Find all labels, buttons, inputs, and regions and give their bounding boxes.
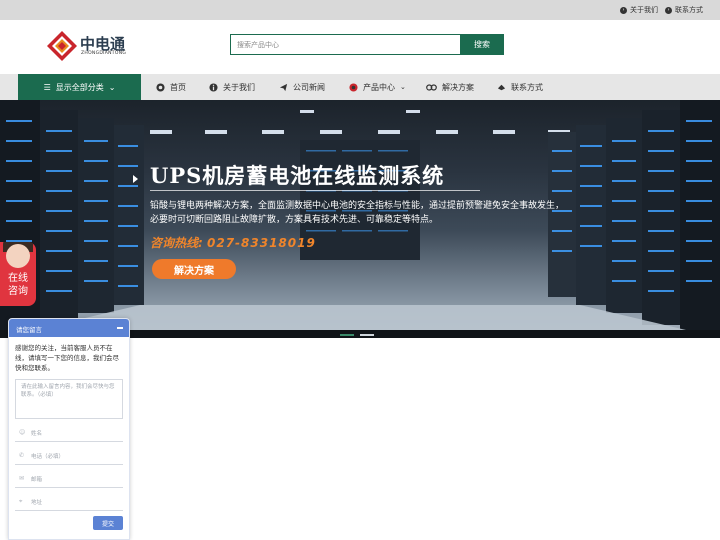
play-arrow-icon	[133, 175, 138, 183]
banner-title: UPS机房蓄电池在线监测系统	[150, 163, 445, 188]
header: 中电通 ZHONGDIANTONG 搜索产品中心 搜索	[0, 20, 720, 74]
message-textarea[interactable]: 请在此输入留言内容，我们会尽快与您联系。（必填）	[15, 379, 123, 419]
info-icon	[209, 82, 218, 92]
top-link-label: 联系方式	[675, 6, 703, 14]
submit-button[interactable]: 提交	[93, 516, 123, 530]
location-icon: ⌖	[19, 498, 23, 505]
top-link-about[interactable]: › 关于我们	[620, 5, 658, 15]
nav-item-label: 解决方案	[442, 82, 474, 92]
email-placeholder: 邮箱	[31, 477, 43, 483]
message-panel-header[interactable]: 请您留言	[9, 319, 129, 337]
banner-divider	[150, 190, 480, 191]
phone-field[interactable]: ✆ 电话（必填）	[15, 448, 123, 465]
mail-icon: ✉	[19, 475, 25, 482]
logo[interactable]: 中电通 ZHONGDIANTONG	[46, 30, 136, 62]
nav-item-label: 关于我们	[223, 82, 255, 92]
nav-item-label: 公司新闻	[293, 82, 325, 92]
hotline-number: 027-83318019	[207, 236, 316, 250]
solution-icon	[426, 83, 437, 91]
nav-item-contact[interactable]: 联系方式	[497, 74, 543, 100]
nav-item-products[interactable]: 产品中心 ⌄	[349, 74, 406, 100]
main-nav: ☰ 显示全部分类 ⌄ 首页 关于我们 公司新闻 产品中心 ⌄ 解决方案 联系方式	[0, 74, 720, 100]
hero-banner[interactable]: UPS机房蓄电池在线监测系统 铅酸与锂电两种解决方案，全面监测数据中心电池的安全…	[0, 100, 720, 338]
address-field[interactable]: ⌖ 地址	[15, 494, 123, 511]
nav-item-about[interactable]: 关于我们	[209, 74, 255, 100]
name-placeholder: 姓名	[31, 431, 43, 437]
consult-line-1: 在线	[8, 273, 28, 284]
nav-item-label: 联系方式	[511, 82, 543, 92]
consult-label: 在线 咨询	[0, 272, 36, 298]
product-icon	[349, 82, 358, 92]
solutions-button[interactable]: 解决方案	[152, 259, 236, 279]
all-categories-button[interactable]: ☰ 显示全部分类 ⌄	[18, 74, 141, 100]
message-panel-title: 请您留言	[16, 326, 42, 334]
message-intro: 感谢您的关注，当前客服人员不在线，请填写一下您的信息，我们会尽快和您联系。	[15, 344, 119, 372]
nav-item-solutions[interactable]: 解决方案	[426, 74, 474, 100]
banner-hotline: 咨询热线: 027-83318019	[150, 234, 316, 251]
consult-line-2: 咨询	[8, 286, 28, 297]
top-link-contact[interactable]: › 联系方式	[665, 5, 703, 15]
hotline-label: 咨询热线:	[150, 236, 203, 250]
banner-description: 铅酸与锂电两种解决方案，全面监测数据中心电池的安全指标与性能，通过提前预警避免安…	[150, 201, 565, 225]
contact-icon	[497, 84, 506, 90]
circle-arrow-icon: ›	[620, 6, 627, 14]
person-icon: ☺	[19, 429, 26, 436]
list-icon: ☰	[43, 82, 51, 92]
home-icon	[156, 82, 165, 92]
email-field[interactable]: ✉ 邮箱	[15, 471, 123, 488]
nav-item-home[interactable]: 首页	[156, 74, 186, 100]
circle-arrow-icon: ›	[665, 6, 672, 14]
chevron-down-icon: ⌄	[400, 83, 406, 91]
agent-face	[6, 244, 30, 268]
phone-placeholder: 电话（必填）	[31, 454, 65, 460]
top-bar: › 关于我们 › 联系方式	[0, 0, 720, 20]
nav-item-label: 首页	[170, 82, 186, 92]
logo-subtitle: ZHONGDIANTONG	[81, 51, 127, 56]
nav-item-label: 产品中心	[363, 82, 395, 92]
nav-item-news[interactable]: 公司新闻	[279, 74, 325, 100]
address-placeholder: 地址	[31, 500, 43, 506]
slide-dot-1[interactable]	[340, 334, 354, 336]
logo-mark-icon	[47, 31, 77, 61]
slide-dot-2[interactable]	[360, 334, 374, 336]
top-link-label: 关于我们	[630, 6, 658, 14]
news-icon	[279, 83, 288, 91]
slide-indicators	[340, 334, 374, 336]
chevron-down-icon: ⌄	[108, 82, 116, 92]
online-consult-button[interactable]: 在线 咨询	[0, 242, 36, 306]
search-input[interactable]: 搜索产品中心	[230, 34, 460, 55]
leave-message-panel: 请您留言 感谢您的关注，当前客服人员不在线，请填写一下您的信息，我们会尽快和您联…	[8, 318, 130, 540]
search-button[interactable]: 搜索	[460, 34, 504, 55]
name-field[interactable]: ☺ 姓名	[15, 425, 123, 442]
all-categories-label: 显示全部分类	[55, 82, 104, 92]
minimize-icon[interactable]	[117, 327, 123, 329]
phone-icon: ✆	[19, 452, 25, 459]
